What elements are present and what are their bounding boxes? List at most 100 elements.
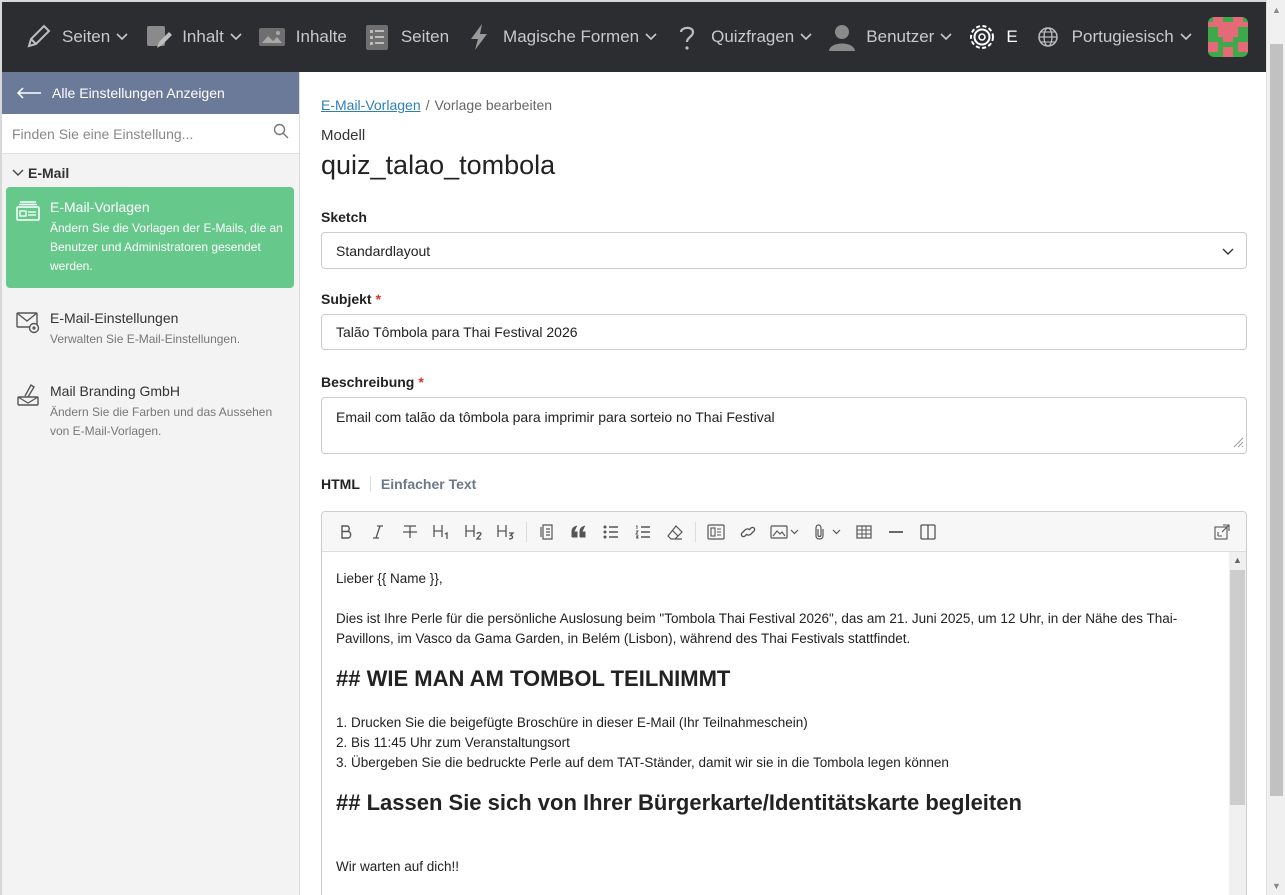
subject-label-row: Subjekt * bbox=[321, 291, 1266, 307]
sketch-value: Standardlayout bbox=[336, 242, 431, 259]
arrow-left-icon bbox=[16, 87, 42, 99]
window-scrollbar[interactable]: ▲ ▼ bbox=[1266, 0, 1285, 895]
nav-benutzer[interactable]: Benutzer bbox=[822, 2, 962, 72]
group-title-label: E-Mail bbox=[28, 165, 70, 181]
user-icon bbox=[826, 21, 858, 53]
nav-seiten[interactable]: Seiten bbox=[18, 2, 138, 72]
sidebar-item-email-settings[interactable]: E-Mail-Einstellungen Verwalten Sie E-Mai… bbox=[6, 298, 294, 361]
heading-2-button[interactable] bbox=[458, 517, 490, 547]
nav-label: Magische Formen bbox=[503, 27, 640, 46]
subject-input[interactable]: Talão Tômbola para Thai Festival 2026 bbox=[321, 314, 1247, 350]
scroll-down-icon[interactable]: ▼ bbox=[1267, 878, 1285, 894]
side-by-side-button[interactable] bbox=[912, 517, 944, 547]
breadcrumb-separator: / bbox=[425, 97, 430, 113]
sidebar-item-title: E-Mail-Einstellungen bbox=[50, 310, 179, 326]
nav-seiten-2[interactable]: Seiten bbox=[357, 2, 459, 72]
settings-search bbox=[2, 114, 299, 154]
settings-sidebar: Alle Einstellungen Anzeigen E-Mail E-Mai… bbox=[2, 72, 300, 895]
nav-label: Portugiesisch bbox=[1071, 27, 1174, 46]
insert-block-button[interactable] bbox=[700, 517, 732, 547]
horizontal-rule-button[interactable] bbox=[880, 517, 912, 547]
scroll-up-icon[interactable]: ▲ bbox=[1267, 2, 1285, 18]
fullscreen-button[interactable] bbox=[1206, 517, 1238, 547]
toolbar-divider bbox=[526, 521, 527, 542]
chevron-down-icon bbox=[1180, 33, 1192, 41]
nav-magische-formen[interactable]: Magische Formen bbox=[459, 2, 667, 72]
resize-handle-icon[interactable] bbox=[1232, 435, 1244, 451]
toolbar-divider bbox=[695, 521, 696, 542]
question-icon bbox=[671, 21, 703, 53]
clean-block-button[interactable] bbox=[659, 517, 691, 547]
search-icon[interactable] bbox=[273, 123, 289, 144]
required-marker: * bbox=[418, 374, 424, 390]
link-button[interactable] bbox=[732, 517, 764, 547]
page-title: quiz_talao_tombola bbox=[321, 150, 556, 180]
insert-table-button[interactable] bbox=[848, 517, 880, 547]
nav-inhalte[interactable]: Inhalte bbox=[252, 2, 357, 72]
checklist-page-icon bbox=[361, 21, 393, 53]
editor-heading-1: ## WIE MAN AM TOMBOL TEILNIMMT bbox=[336, 666, 731, 691]
sidebar-item-desc: Ändern Sie die Vorlagen der E-Mails, die… bbox=[50, 221, 283, 273]
scroll-up-icon[interactable]: ▲ bbox=[1229, 552, 1246, 568]
editor-content[interactable]: Lieber {{ Name }}, Dies ist Ihre Perle f… bbox=[322, 552, 1230, 895]
editor-greeting: Lieber {{ Name }}, bbox=[336, 571, 443, 586]
window-scrollbar-thumb[interactable] bbox=[1270, 44, 1283, 796]
chevron-down-icon bbox=[940, 33, 952, 41]
tab-plain-text[interactable]: Einfacher Text bbox=[369, 476, 486, 492]
chevron-down-icon bbox=[230, 33, 242, 41]
sidebar-item-mail-branding[interactable]: Mail Branding GmbH Ändern Sie die Farben… bbox=[6, 371, 294, 453]
settings-search-input[interactable] bbox=[12, 125, 273, 142]
back-label: Alle Einstellungen Anzeigen bbox=[52, 85, 225, 101]
sketch-select[interactable]: Standardlayout bbox=[321, 232, 1247, 269]
brush-icon bbox=[16, 383, 40, 407]
code-block-button[interactable] bbox=[531, 517, 563, 547]
nav-inhalt[interactable]: Inhalt bbox=[138, 2, 252, 72]
nav-label: Seiten bbox=[400, 27, 450, 46]
numbered-list-button[interactable] bbox=[627, 517, 659, 547]
insert-image-button[interactable] bbox=[764, 517, 806, 547]
sidebar-item-desc: Ändern Sie die Farben und das Aussehen v… bbox=[50, 405, 273, 438]
quote-button[interactable] bbox=[563, 517, 595, 547]
description-textarea[interactable]: Email com talão da tômbola para imprimir… bbox=[321, 397, 1247, 454]
description-label: Beschreibung bbox=[321, 374, 415, 390]
sidebar-item-email-templates[interactable]: E-Mail-Vorlagen Ändern Sie die Vorlagen … bbox=[6, 187, 294, 288]
image-gallery-icon bbox=[256, 21, 288, 53]
sidebar-item-desc: Verwalten Sie E-Mail-Einstellungen. bbox=[50, 332, 241, 346]
editor-scrollbar[interactable]: ▲ bbox=[1229, 552, 1246, 895]
content-edit-icon bbox=[142, 21, 174, 53]
model-label: Modell bbox=[321, 127, 366, 144]
required-marker: * bbox=[375, 291, 382, 307]
html-editor: Lieber {{ Name }}, Dies ist Ihre Perle f… bbox=[321, 511, 1247, 895]
app-window: Seiten Inhalt Inhalte Seiten Magische Fo… bbox=[2, 2, 1266, 895]
lightning-icon bbox=[463, 21, 495, 53]
editor-intro: Dies ist Ihre Perle für die persönliche … bbox=[336, 611, 1178, 646]
bold-button[interactable] bbox=[330, 517, 362, 547]
subject-value: Talão Tômbola para Thai Festival 2026 bbox=[336, 324, 578, 340]
bullet-list-button[interactable] bbox=[595, 517, 627, 547]
strikethrough-button[interactable] bbox=[394, 517, 426, 547]
group-email[interactable]: E-Mail bbox=[2, 154, 299, 187]
avatar[interactable] bbox=[1207, 17, 1248, 57]
heading-3-button[interactable] bbox=[490, 517, 522, 547]
nav-label: Benutzer bbox=[866, 27, 935, 46]
subject-label: Subjekt bbox=[321, 291, 372, 307]
tab-html[interactable]: HTML bbox=[321, 476, 370, 492]
nav-quizfragen[interactable]: Quizfragen bbox=[667, 2, 822, 72]
nav-label: Seiten bbox=[62, 27, 111, 46]
email-settings-icon bbox=[16, 310, 40, 334]
italic-button[interactable] bbox=[362, 517, 394, 547]
editor-scrollbar-thumb[interactable] bbox=[1230, 570, 1245, 805]
nav-settings[interactable]: E bbox=[962, 2, 1027, 72]
editor-step: 2. Bis 11:45 Uhr zum Veranstaltungsort bbox=[336, 735, 570, 750]
description-label-row: Beschreibung * bbox=[321, 374, 1266, 390]
sidebar-item-title: E-Mail-Vorlagen bbox=[50, 199, 150, 215]
nav-language[interactable]: Portugiesisch bbox=[1028, 2, 1202, 72]
chevron-down-icon bbox=[116, 33, 128, 41]
attachment-button[interactable] bbox=[806, 517, 848, 547]
pencil-icon bbox=[22, 21, 54, 53]
heading-1-button[interactable] bbox=[426, 517, 458, 547]
globe-icon bbox=[1032, 21, 1064, 53]
back-to-all-settings[interactable]: Alle Einstellungen Anzeigen bbox=[2, 72, 299, 114]
breadcrumb-link-templates[interactable]: E-Mail-Vorlagen bbox=[321, 97, 421, 113]
gear-icon bbox=[966, 21, 998, 53]
